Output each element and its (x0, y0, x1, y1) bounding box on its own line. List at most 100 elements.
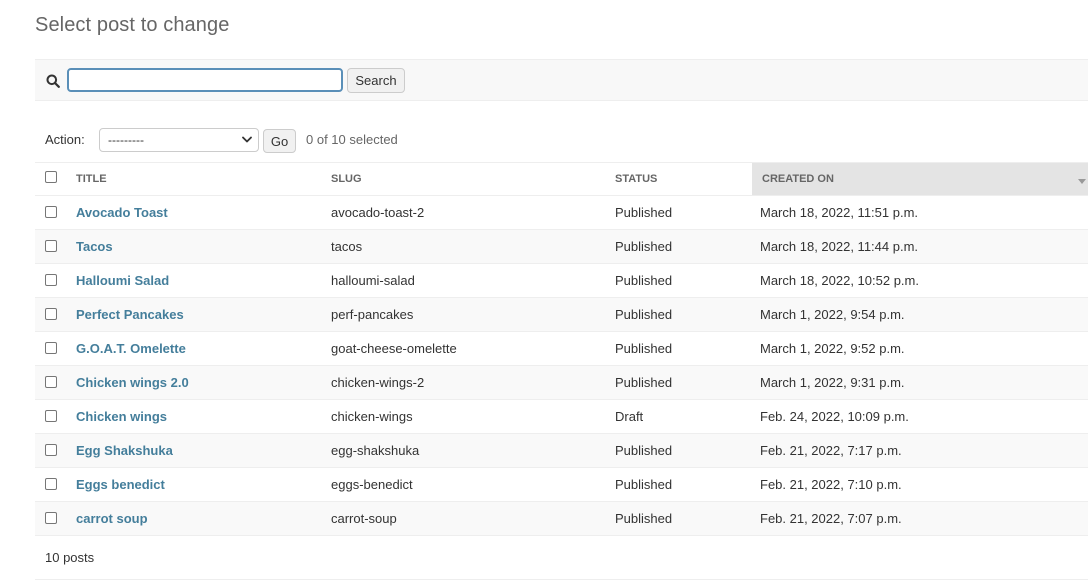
slug-cell: egg-shakshuka (323, 433, 607, 468)
row-checkbox[interactable] (45, 239, 57, 252)
created-on-cell: March 18, 2022, 11:51 p.m. (752, 195, 1088, 230)
slug-cell-text: goat-cheese-omelette (331, 341, 457, 356)
status-cell: Published (607, 297, 752, 332)
row-checkbox[interactable] (45, 375, 57, 388)
status-cell: Draft (607, 399, 752, 434)
status-cell-text: Draft (615, 409, 644, 424)
search-input[interactable] (67, 68, 343, 92)
column-header-created-on[interactable]: Created on (752, 162, 1088, 196)
post-title-link[interactable]: Perfect Pancakes (68, 307, 184, 322)
action-label: Action: (45, 132, 85, 147)
row-select-cell (35, 467, 68, 502)
chevron-down-icon (242, 136, 252, 143)
created-on-cell-text: March 18, 2022, 11:44 p.m. (760, 239, 919, 254)
column-header-status-label: Status (615, 173, 658, 185)
actions-bar: Action: --------- Go 0 of 10 selected (35, 122, 1088, 158)
slug-cell-text: tacos (331, 239, 363, 254)
column-header-status[interactable]: Status (607, 162, 752, 196)
row-select-cell (35, 195, 68, 230)
post-title-link[interactable]: Halloumi Salad (68, 273, 169, 288)
created-on-cell-text: Feb. 21, 2022, 7:17 p.m. (760, 443, 902, 458)
results-table: Title Slug Status Created on Avocado Toa… (35, 162, 1088, 536)
row-checkbox[interactable] (45, 341, 57, 354)
created-on-cell-text: March 18, 2022, 10:52 p.m. (760, 273, 919, 288)
row-select-cell (35, 297, 68, 332)
page-title: Select post to change (35, 14, 230, 36)
created-on-cell: March 1, 2022, 9:52 p.m. (752, 331, 1088, 366)
created-on-cell-text: Feb. 21, 2022, 7:07 p.m. (760, 511, 902, 526)
created-on-cell: Feb. 24, 2022, 10:09 p.m. (752, 399, 1088, 434)
slug-cell: carrot-soup (323, 501, 607, 536)
row-select-cell (35, 263, 68, 298)
status-cell-text: Published (615, 205, 673, 220)
created-on-cell: March 1, 2022, 9:31 p.m. (752, 365, 1088, 400)
post-title-link[interactable]: Avocado Toast (68, 205, 168, 220)
status-cell: Published (607, 365, 752, 400)
created-on-cell: March 1, 2022, 9:54 p.m. (752, 297, 1088, 332)
title-cell: Egg Shakshuka (68, 433, 323, 468)
row-select-cell (35, 399, 68, 434)
title-cell: Perfect Pancakes (68, 297, 323, 332)
post-title-link[interactable]: Chicken wings (68, 409, 167, 424)
status-cell: Published (607, 467, 752, 502)
select-all-header (35, 162, 68, 196)
column-header-slug[interactable]: Slug (323, 162, 607, 196)
created-on-cell: Feb. 21, 2022, 7:10 p.m. (752, 467, 1088, 502)
slug-cell: perf-pancakes (323, 297, 607, 332)
created-on-cell: March 18, 2022, 11:44 p.m. (752, 229, 1088, 264)
slug-cell: avocado-toast-2 (323, 195, 607, 230)
post-title-link[interactable]: G.O.A.T. Omelette (68, 341, 186, 356)
slug-cell: chicken-wings (323, 399, 607, 434)
table-header-row: Title Slug Status Created on (35, 162, 1088, 196)
status-cell: Published (607, 501, 752, 536)
slug-cell-text: chicken-wings-2 (331, 375, 425, 390)
post-title-link[interactable]: Chicken wings 2.0 (68, 375, 189, 390)
post-title-link[interactable]: Egg Shakshuka (68, 443, 173, 458)
created-on-cell-text: Feb. 24, 2022, 10:09 p.m. (760, 409, 909, 424)
sort-descending-icon[interactable] (1078, 179, 1086, 184)
action-select[interactable]: --------- (99, 128, 259, 152)
result-count: 10 posts (45, 550, 95, 565)
title-cell: Halloumi Salad (68, 263, 323, 298)
table-row: Egg Shakshuka egg-shakshuka Published Feb. … (35, 433, 1088, 468)
row-checkbox[interactable] (45, 511, 57, 524)
table-row: Perfect Pancakes perf-pancakes Published Ma… (35, 297, 1088, 332)
status-cell: Published (607, 229, 752, 264)
row-checkbox[interactable] (45, 477, 57, 490)
slug-cell-text: avocado-toast-2 (331, 205, 425, 220)
select-all-checkbox[interactable] (45, 171, 57, 184)
post-title-link[interactable]: carrot soup (68, 511, 148, 526)
table-row: carrot soup carrot-soup Published Feb. 21, … (35, 501, 1088, 536)
search-icon (46, 74, 60, 88)
row-checkbox[interactable] (45, 273, 57, 286)
status-cell: Published (607, 195, 752, 230)
created-on-cell: March 18, 2022, 10:52 p.m. (752, 263, 1088, 298)
post-title-link[interactable]: Tacos (68, 239, 113, 254)
status-cell-text: Published (615, 341, 673, 356)
column-header-title[interactable]: Title (68, 162, 323, 196)
title-cell: carrot soup (68, 501, 323, 536)
go-button[interactable]: Go (263, 129, 296, 153)
row-checkbox[interactable] (45, 307, 57, 320)
status-cell-text: Published (615, 273, 673, 288)
created-on-cell: Feb. 21, 2022, 7:17 p.m. (752, 433, 1088, 468)
row-select-cell (35, 365, 68, 400)
table-row: Tacos tacos Published March 18, 2022, 11:44… (35, 229, 1088, 264)
row-select-cell (35, 229, 68, 264)
created-on-cell-text: March 1, 2022, 9:54 p.m. (760, 307, 905, 322)
row-checkbox[interactable] (45, 443, 57, 456)
table-row: Chicken wings chicken-wings Draft Feb. 24, … (35, 399, 1088, 434)
search-button[interactable]: Search (347, 68, 405, 93)
row-checkbox[interactable] (45, 205, 57, 218)
title-cell: Chicken wings 2.0 (68, 365, 323, 400)
status-cell: Published (607, 433, 752, 468)
results-table-container: Title Slug Status Created on Avocado Toa… (35, 162, 1088, 536)
created-on-cell-text: March 1, 2022, 9:52 p.m. (760, 341, 905, 356)
table-body: Avocado Toast avocado-toast-2 Published Mar… (35, 195, 1088, 536)
title-cell: Tacos (68, 229, 323, 264)
slug-cell: goat-cheese-omelette (323, 331, 607, 366)
post-title-link[interactable]: Eggs benedict (68, 477, 165, 492)
slug-cell-text: eggs-benedict (331, 477, 413, 492)
status-cell: Published (607, 263, 752, 298)
row-checkbox[interactable] (45, 409, 57, 422)
